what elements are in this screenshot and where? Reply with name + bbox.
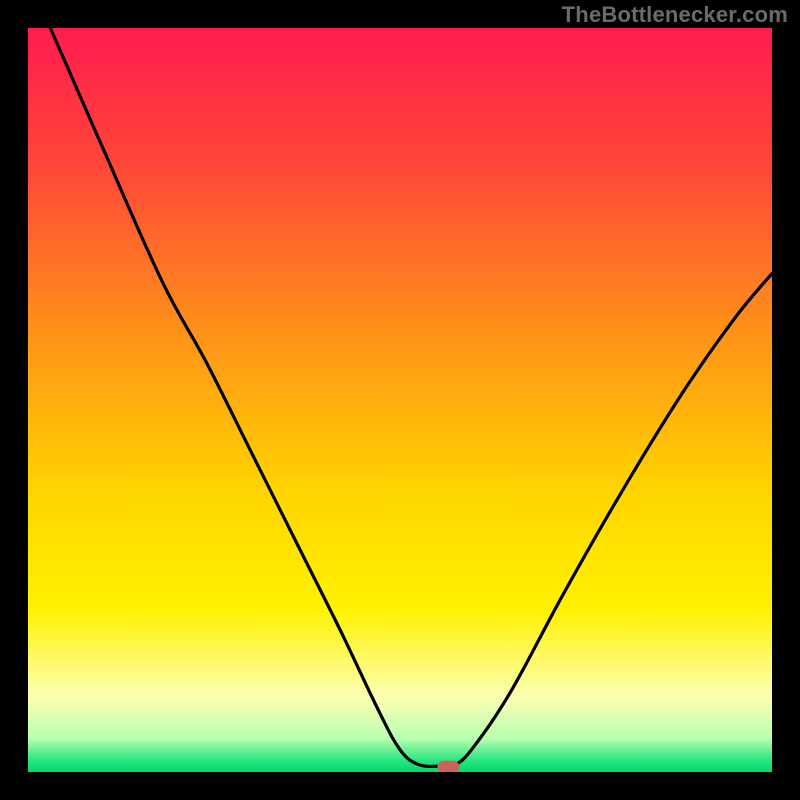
- attribution-text: TheBottlenecker.com: [562, 2, 788, 28]
- optimal-point-marker: [437, 761, 459, 773]
- plot-background-gradient: [28, 28, 772, 772]
- chart-svg: [0, 0, 800, 800]
- chart-frame: { "attribution": "TheBottlenecker.com", …: [0, 0, 800, 800]
